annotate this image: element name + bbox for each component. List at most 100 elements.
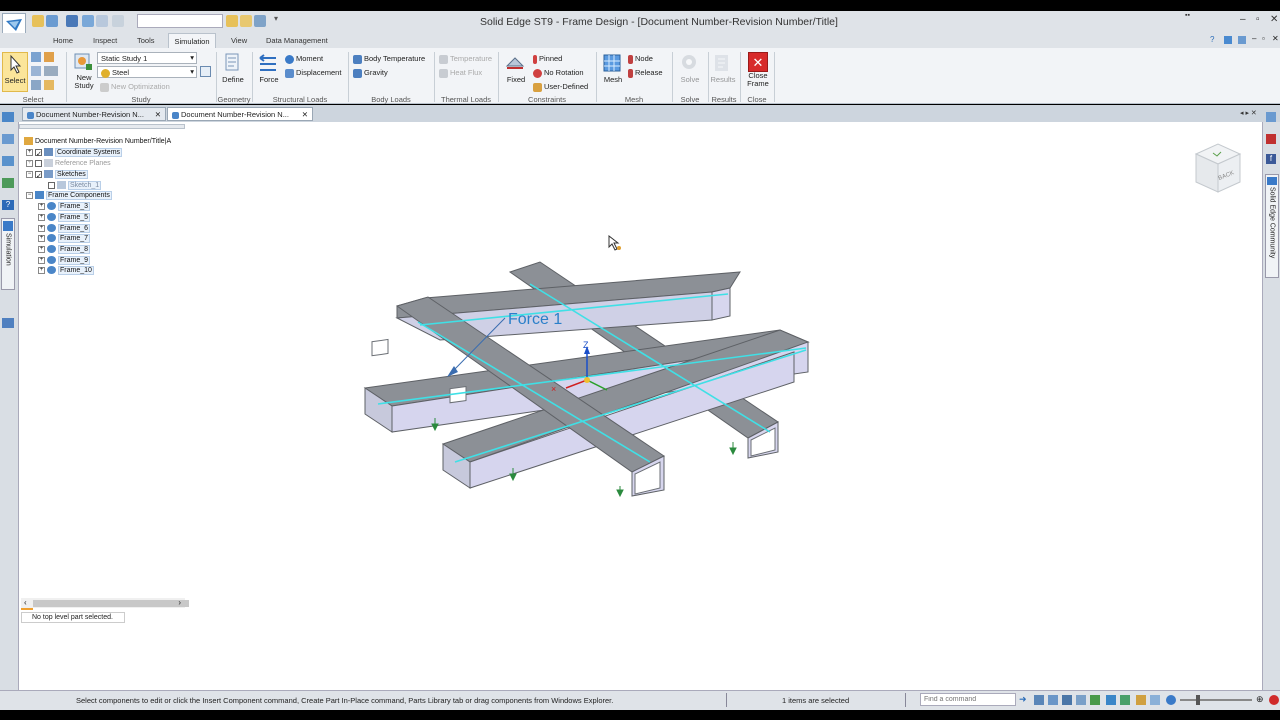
stop-icon[interactable] <box>1269 695 1279 705</box>
expand-icon[interactable]: + <box>38 234 45 242</box>
zoom-in-icon[interactable]: ⊕ <box>1256 694 1264 705</box>
undo-icon[interactable] <box>96 15 108 27</box>
visibility-checkbox[interactable] <box>48 181 55 189</box>
simulation-side-tab[interactable]: Simulation <box>1 218 15 290</box>
new-study-button[interactable]: New Study <box>72 52 96 94</box>
zoom-area-icon[interactable] <box>1048 695 1058 705</box>
temperature-button[interactable]: Temperature <box>439 54 492 64</box>
print-icon[interactable] <box>82 15 94 27</box>
layers-tab-icon[interactable] <box>2 134 14 144</box>
release-button[interactable]: Release <box>628 68 663 78</box>
scroll-right-icon[interactable]: › <box>178 598 181 607</box>
zoom-select-icon[interactable] <box>31 80 41 90</box>
expand-icon[interactable]: + <box>38 224 45 232</box>
rotate-icon[interactable] <box>1090 695 1100 705</box>
zoom-out-icon[interactable] <box>1166 695 1176 705</box>
tab-tools[interactable]: Tools <box>137 36 155 45</box>
tree-item-frame-components[interactable]: − Frame Components <box>26 190 112 200</box>
results-button[interactable]: Results <box>710 52 736 94</box>
community-side-tab[interactable]: Solid Edge Community <box>1265 174 1279 278</box>
tree-item-frame[interactable]: + Frame_7 <box>38 233 91 243</box>
visibility-checkbox[interactable]: ✓ <box>35 148 42 158</box>
close-window-button[interactable]: ✕ <box>1270 14 1278 25</box>
feature-library-icon[interactable] <box>2 178 14 188</box>
expand-icon[interactable]: + <box>38 202 45 210</box>
expand-icon[interactable]: + <box>38 266 45 274</box>
tree-item-frame[interactable]: + Frame_10 <box>38 265 94 275</box>
panel-icon[interactable] <box>1238 36 1246 44</box>
open-icon[interactable] <box>46 15 58 27</box>
node-button[interactable]: Node <box>628 54 653 64</box>
frame-model[interactable]: Force 1 Z × <box>340 250 840 510</box>
fixed-button[interactable]: Fixed <box>503 52 529 94</box>
tree-item-frame[interactable]: + Frame_5 <box>38 212 91 222</box>
fit-icon[interactable] <box>1062 695 1072 705</box>
document-tab-2[interactable]: Document Number-Revision N... ✕ <box>167 107 313 121</box>
document-icon[interactable] <box>240 15 252 27</box>
minimize-button[interactable]: – <box>1240 14 1246 25</box>
new-optimization-button[interactable]: New Optimization <box>100 82 170 92</box>
facebook-icon[interactable]: f <box>1266 154 1276 164</box>
qat-combo[interactable] <box>137 14 223 28</box>
force-label-text[interactable]: Force 1 <box>508 311 562 328</box>
redo-icon[interactable] <box>112 15 124 27</box>
collapse-icon[interactable]: − <box>26 191 33 199</box>
youtube-icon[interactable] <box>1266 134 1276 144</box>
material-table-icon[interactable] <box>200 66 211 77</box>
pan-icon[interactable] <box>1076 695 1086 705</box>
user-defined-button[interactable]: User-Defined <box>533 82 588 92</box>
new-file-icon[interactable] <box>32 15 44 27</box>
lock-icon[interactable] <box>44 52 54 62</box>
library-tab-icon[interactable] <box>2 156 14 166</box>
pathfinder-grip[interactable] <box>19 124 185 129</box>
tree-root[interactable]: Document Number-Revision Number/Title|A <box>24 137 171 145</box>
mesh-button[interactable]: Mesh <box>600 52 626 94</box>
visibility-checkbox[interactable] <box>35 159 42 167</box>
tree-item-sketch-1[interactable]: Sketch_1 <box>48 180 102 190</box>
help-icon[interactable]: ? <box>1210 35 1214 44</box>
select-tool-icon[interactable] <box>44 80 54 90</box>
view-tool-icon[interactable] <box>1034 695 1044 705</box>
collapse-icon[interactable]: − <box>26 170 33 178</box>
grid-tab-icon[interactable] <box>2 318 14 328</box>
tab-simulation[interactable]: Simulation <box>168 33 216 48</box>
scroll-tabs-icon[interactable]: ◂ ▸ ✕ <box>1240 109 1257 117</box>
named-views-icon[interactable] <box>1136 695 1146 705</box>
pathfinder-tab-icon[interactable] <box>2 112 14 122</box>
select-mode-icon[interactable] <box>44 66 58 76</box>
select-filter-icon[interactable] <box>31 66 41 76</box>
options-icon[interactable] <box>254 15 266 27</box>
qat-dropdown-icon[interactable]: ▾ <box>274 14 278 23</box>
study-select[interactable]: Static Study 1 ▾ <box>97 52 197 64</box>
go-arrow-icon[interactable]: ➜ <box>1019 694 1027 705</box>
tree-item-coordinate-systems[interactable]: + ✓ Coordinate Systems <box>26 147 123 158</box>
tab-home[interactable]: Home <box>53 36 73 45</box>
scrollbar-thumb[interactable] <box>33 600 189 607</box>
no-rotation-button[interactable]: No Rotation <box>533 68 584 78</box>
tree-scrollbar[interactable]: ‹ › <box>21 598 189 608</box>
force-button[interactable]: Force <box>256 52 282 94</box>
zoom-slider[interactable] <box>1180 699 1252 701</box>
info-icon[interactable] <box>1266 112 1276 122</box>
tree-item-frame[interactable]: + Frame_3 <box>38 201 91 211</box>
tree-item-reference-planes[interactable]: + Reference Planes <box>26 159 111 167</box>
document-tab-1[interactable]: Document Number-Revision N... ✕ <box>22 107 166 121</box>
expand-icon[interactable]: + <box>38 256 45 264</box>
gravity-button[interactable]: Gravity <box>353 68 388 78</box>
save-icon[interactable] <box>66 15 78 27</box>
spin-icon[interactable] <box>1106 695 1116 705</box>
body-temperature-button[interactable]: Body Temperature <box>353 54 425 64</box>
select-button[interactable]: Select <box>2 52 28 92</box>
material-select[interactable]: Steel ▾ <box>97 66 197 78</box>
tree-item-frame[interactable]: + Frame_9 <box>38 255 91 265</box>
tab-data-management[interactable]: Data Management <box>266 36 328 45</box>
folder-icon[interactable] <box>226 15 238 27</box>
zoom-slider-thumb[interactable] <box>1196 695 1200 705</box>
tab-view[interactable]: View <box>231 36 247 45</box>
maximize-button[interactable]: ▫ <box>1256 14 1260 25</box>
define-button[interactable]: Define <box>220 52 246 94</box>
expand-icon[interactable]: + <box>26 159 33 167</box>
select-option-icon[interactable] <box>31 52 41 62</box>
layout-icon[interactable] <box>1224 36 1232 44</box>
doc-minimize-button[interactable]: – <box>1252 34 1256 43</box>
